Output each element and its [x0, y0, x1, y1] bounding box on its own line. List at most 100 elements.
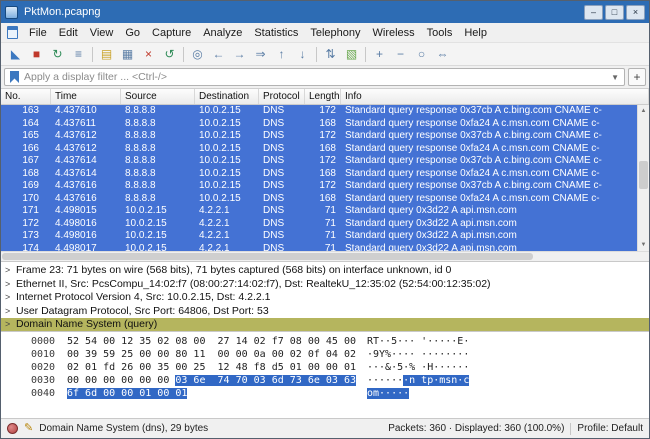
hex-row[interactable]: 002002 01 fd 26 00 35 00 25 12 48 f8 d5 … — [31, 361, 649, 374]
go-first-button[interactable]: ↑ — [271, 45, 292, 64]
detail-line[interactable]: >Domain Name System (query) — [1, 318, 649, 332]
vertical-scrollbar[interactable]: ▲ ▼ — [637, 105, 649, 251]
packet-row[interactable]: 1744.49801710.0.2.154.2.2.1DNS71Standard… — [1, 243, 637, 252]
menu-item-analyze[interactable]: Analyze — [197, 25, 248, 41]
packet-row[interactable]: 1654.4376128.8.8.810.0.2.15DNS172Standar… — [1, 130, 637, 143]
menu-item-file[interactable]: File — [23, 25, 53, 41]
scroll-track[interactable] — [638, 117, 649, 239]
scroll-thumb[interactable] — [639, 161, 648, 189]
zoom-out-icon: − — [397, 48, 404, 60]
start-capture-button[interactable]: ◣ — [5, 45, 26, 64]
expert-info-icon[interactable] — [7, 423, 18, 434]
horizontal-scroll-thumb[interactable] — [2, 253, 533, 260]
stop-capture-button[interactable]: ■ — [26, 45, 47, 64]
hex-row[interactable]: 003000 00 00 00 00 00 03 6e 74 70 03 6d … — [31, 374, 649, 387]
packet-row[interactable]: 1714.49801510.0.2.154.2.2.1DNS71Standard… — [1, 205, 637, 218]
go-back-button[interactable]: ← — [208, 45, 229, 64]
cell-source: 8.8.8.8 — [121, 118, 195, 131]
packet-row[interactable]: 1644.4376118.8.8.810.0.2.15DNS168Standar… — [1, 118, 637, 131]
open-file-button[interactable]: ▤ — [96, 45, 117, 64]
menu-item-wireless[interactable]: Wireless — [367, 25, 421, 41]
cell-length: 172 — [305, 130, 341, 143]
column-header-time[interactable]: Time — [51, 89, 121, 104]
find-packet-button[interactable]: ◎ — [187, 45, 208, 64]
expander-icon[interactable]: > — [5, 318, 16, 332]
packet-row[interactable]: 1674.4376148.8.8.810.0.2.15DNS172Standar… — [1, 155, 637, 168]
packet-row[interactable]: 1694.4376168.8.8.810.0.2.15DNS172Standar… — [1, 180, 637, 193]
hex-offset: 0020 — [31, 361, 67, 374]
column-header-length[interactable]: Length — [305, 89, 341, 104]
auto-scroll-button[interactable]: ⇅ — [320, 45, 341, 64]
packet-details-pane: >Frame 23: 71 bytes on wire (568 bits), … — [1, 261, 649, 332]
column-header-source[interactable]: Source — [121, 89, 195, 104]
cell-length: 71 — [305, 230, 341, 243]
cell-time: 4.498016 — [51, 230, 121, 243]
menu-item-edit[interactable]: Edit — [53, 25, 84, 41]
hex-row[interactable]: 000052 54 00 12 35 02 08 00 27 14 02 f7 … — [31, 335, 649, 348]
expander-icon[interactable]: > — [5, 278, 16, 292]
bookmark-icon[interactable] — [10, 71, 19, 83]
wireshark-window: PktMon.pcapng –□× FileEditViewGoCaptureA… — [0, 0, 650, 439]
packet-row[interactable]: 1704.4376168.8.8.810.0.2.15DNS168Standar… — [1, 193, 637, 206]
capture-comment-icon[interactable]: ✎ — [24, 423, 33, 434]
go-last-button[interactable]: ↓ — [292, 45, 313, 64]
detail-line[interactable]: >Ethernet II, Src: PcsCompu_14:02:f7 (08… — [1, 278, 649, 292]
expander-icon[interactable]: > — [5, 305, 16, 319]
colorize-button[interactable]: ▧ — [341, 45, 362, 64]
horizontal-scrollbar[interactable] — [1, 251, 649, 261]
detail-line[interactable]: >User Datagram Protocol, Src Port: 64806… — [1, 305, 649, 319]
save-file-button[interactable]: ▦ — [117, 45, 138, 64]
menu-item-statistics[interactable]: Statistics — [248, 25, 304, 41]
detail-text: Domain Name System (query) — [16, 318, 157, 332]
close-button[interactable]: × — [626, 5, 645, 20]
menu-item-view[interactable]: View — [84, 25, 120, 41]
menu-item-go[interactable]: Go — [119, 25, 146, 41]
close-file-button[interactable]: × — [138, 45, 159, 64]
status-profile[interactable]: Profile: Default — [577, 423, 643, 434]
go-to-packet-button[interactable]: ⇒ — [250, 45, 271, 64]
zoom-out-button[interactable]: − — [390, 45, 411, 64]
expander-icon[interactable]: > — [5, 291, 16, 305]
go-forward-button[interactable]: → — [229, 45, 250, 64]
filter-add-button[interactable]: + — [628, 68, 646, 86]
resize-columns-button[interactable]: ⇔ — [432, 45, 453, 64]
hex-offset: 0040 — [31, 387, 67, 400]
zoom-reset-button[interactable]: ○ — [411, 45, 432, 64]
menu-item-tools[interactable]: Tools — [421, 25, 459, 41]
expander-icon[interactable]: > — [5, 264, 16, 278]
detail-line[interactable]: >Internet Protocol Version 4, Src: 10.0.… — [1, 291, 649, 305]
hex-selected: 6f 6d 00 00 01 00 01 — [67, 388, 187, 399]
minimize-button[interactable]: – — [584, 5, 603, 20]
maximize-button[interactable]: □ — [605, 5, 624, 20]
column-header-protocol[interactable]: Protocol — [259, 89, 305, 104]
hex-row[interactable]: 001000 39 59 25 00 00 80 11 00 00 0a 00 … — [31, 348, 649, 361]
column-header-destination[interactable]: Destination — [195, 89, 259, 104]
capture-options-button[interactable]: ≡ — [68, 45, 89, 64]
menu-item-telephony[interactable]: Telephony — [304, 25, 366, 41]
detail-line[interactable]: >Frame 23: 71 bytes on wire (568 bits), … — [1, 264, 649, 278]
packet-row[interactable]: 1664.4376128.8.8.810.0.2.15DNS168Standar… — [1, 143, 637, 156]
stop-capture-icon: ■ — [33, 48, 40, 60]
packet-row[interactable]: 1724.49801610.0.2.154.2.2.1DNS71Standard… — [1, 218, 637, 231]
zoom-in-button[interactable]: + — [369, 45, 390, 64]
open-file-icon: ▤ — [101, 48, 112, 60]
filter-dropdown-icon[interactable]: ▼ — [611, 73, 619, 82]
cell-destination: 10.0.2.15 — [195, 168, 259, 181]
title-bar[interactable]: PktMon.pcapng –□× — [1, 1, 649, 23]
reload-file-button[interactable]: ↺ — [159, 45, 180, 64]
scroll-down-icon[interactable]: ▼ — [638, 239, 649, 251]
hex-row[interactable]: 00406f 6d 00 00 01 00 01om····· — [31, 387, 649, 400]
packet-row[interactable]: 1684.4376148.8.8.810.0.2.15DNS168Standar… — [1, 168, 637, 181]
display-filter-input[interactable] — [24, 71, 606, 83]
column-header-info[interactable]: Info — [341, 89, 649, 104]
restart-capture-button[interactable]: ↻ — [47, 45, 68, 64]
zoom-reset-icon: ○ — [418, 48, 425, 60]
scroll-up-icon[interactable]: ▲ — [638, 105, 649, 117]
menu-item-help[interactable]: Help — [458, 25, 493, 41]
menu-item-capture[interactable]: Capture — [146, 25, 197, 41]
packet-row[interactable]: 1734.49801610.0.2.154.2.2.1DNS71Standard… — [1, 230, 637, 243]
column-header-no[interactable]: No. — [1, 89, 51, 104]
cell-info: Standard query response 0x37cb A c.bing.… — [341, 180, 606, 193]
packet-row[interactable]: 1634.4376108.8.8.810.0.2.15DNS172Standar… — [1, 105, 637, 118]
go-forward-icon: → — [234, 48, 246, 60]
